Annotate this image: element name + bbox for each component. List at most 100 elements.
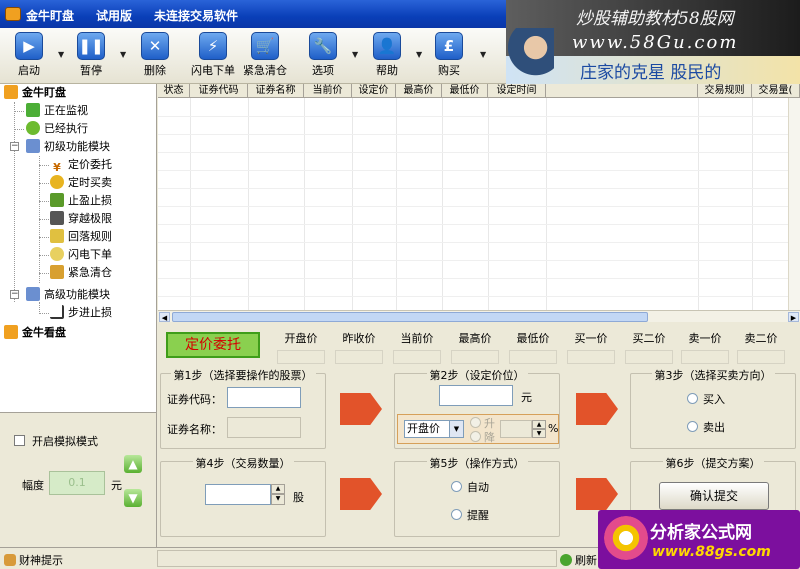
remind-radio[interactable] bbox=[451, 509, 462, 520]
quantity-down-icon[interactable]: ▼ bbox=[271, 494, 285, 505]
col-name[interactable]: 证券名称 bbox=[248, 84, 304, 98]
tree-item-pullback-rule[interactable]: 回落规则 bbox=[50, 228, 112, 245]
auto-label: 自动 bbox=[467, 481, 489, 494]
grid-vertical-scrollbar[interactable] bbox=[788, 98, 800, 310]
help-dropdown-icon[interactable]: ▼ bbox=[416, 50, 422, 59]
stop-icon bbox=[50, 193, 64, 207]
tree-item-fixed-price[interactable]: ¥ 定价委托 bbox=[50, 156, 112, 175]
options-button[interactable]: 🔧 选项 bbox=[300, 32, 346, 80]
price-bid2: 买二价 bbox=[624, 330, 674, 364]
col-status[interactable]: 状态 bbox=[158, 84, 190, 98]
tree-root-monitor[interactable]: 金牛盯盘 bbox=[4, 84, 66, 101]
sim-mode-checkbox[interactable] bbox=[14, 435, 25, 446]
price-bid1-value bbox=[567, 350, 615, 364]
tree-item-flash-order[interactable]: 闪电下单 bbox=[50, 246, 112, 263]
price-strip: 定价委托 开盘价 昨收价 当前价 最高价 最低价 买一价 买二价 卖一价 卖二价 bbox=[158, 324, 800, 366]
watermark-title: 炒股辅助教材58股网 bbox=[576, 9, 734, 29]
tree-module-basic[interactable]: 初级功能模块 bbox=[26, 138, 110, 155]
app-name: 金牛盯盘 bbox=[26, 9, 75, 23]
tree-item-timed-trade[interactable]: 定时买卖 bbox=[50, 174, 112, 191]
pause-button[interactable]: ❚❚ 暂停 bbox=[68, 32, 114, 80]
step2-title: 第2步（设定价位） bbox=[426, 369, 528, 382]
tree-item-emergency-clear[interactable]: 紧急清仓 bbox=[50, 264, 112, 281]
col-current[interactable]: 当前价 bbox=[304, 84, 352, 98]
step3-title: 第3步（选择买卖方向） bbox=[651, 369, 775, 382]
scroll-right-icon[interactable]: ▶ bbox=[788, 312, 799, 322]
simulation-panel: 开启模拟模式 幅度 0.1 元 ▲ ▼ bbox=[0, 412, 157, 547]
coin-icon bbox=[50, 247, 64, 261]
step5-group: 第5步（操作方式） 自动 提醒 bbox=[394, 457, 560, 537]
scroll-thumb[interactable] bbox=[172, 312, 648, 322]
sim-mode-label: 开启模拟模式 bbox=[32, 435, 98, 448]
stock-code-input[interactable] bbox=[227, 387, 301, 408]
ad-banner[interactable]: 炒股辅助教材58股网 www.58Gu.com 庄家的克星 股民的 bbox=[506, 0, 800, 84]
col-volume[interactable]: 交易量( bbox=[752, 84, 800, 98]
lightning-icon: ⚡ bbox=[199, 32, 227, 60]
percent-input[interactable] bbox=[500, 420, 532, 438]
amplitude-input[interactable]: 0.1 bbox=[49, 471, 105, 495]
options-dropdown-icon[interactable]: ▼ bbox=[352, 50, 358, 59]
step5-title: 第5步（操作方式） bbox=[426, 457, 528, 470]
col-set-time[interactable]: 设定时间 bbox=[488, 84, 546, 98]
pause-label: 暂停 bbox=[80, 64, 102, 77]
tree-item-step-stop[interactable]: 步进止损 bbox=[50, 304, 112, 321]
cart-icon: 🛒 bbox=[251, 32, 279, 60]
emergency-clear-button[interactable]: 🛒 紧急清仓 bbox=[242, 32, 288, 80]
col-set-price[interactable]: 设定价 bbox=[352, 84, 396, 98]
col-low[interactable]: 最低价 bbox=[442, 84, 488, 98]
grid-horizontal-scrollbar[interactable]: ◀ ▶ bbox=[158, 310, 800, 322]
pause-dropdown-icon[interactable]: ▼ bbox=[120, 50, 126, 59]
delete-button[interactable]: ✕ 删除 bbox=[132, 32, 178, 80]
tree-item-executed[interactable]: 已经执行 bbox=[26, 120, 88, 137]
rise-radio[interactable] bbox=[470, 417, 481, 428]
scroll-left-icon[interactable]: ◀ bbox=[159, 312, 170, 322]
fall-radio[interactable] bbox=[470, 431, 481, 442]
set-price-input[interactable] bbox=[439, 385, 513, 406]
price-bid1: 买一价 bbox=[566, 330, 616, 364]
col-high[interactable]: 最高价 bbox=[396, 84, 442, 98]
percent-down-icon[interactable]: ▼ bbox=[532, 429, 546, 438]
step2-group: 第2步（设定价位） 元 开盘价 ▼ 升 降 ▲ ▼ % bbox=[394, 369, 560, 449]
quantity-input[interactable] bbox=[205, 484, 271, 505]
tree-module-advanced[interactable]: 高级功能模块 bbox=[26, 286, 110, 303]
step4-title: 第4步（交易数量） bbox=[192, 457, 294, 470]
price-ask1: 卖一价 bbox=[680, 330, 730, 364]
next-step-arrow-icon bbox=[576, 478, 618, 510]
col-blank[interactable] bbox=[546, 84, 698, 98]
alarm-clock-icon bbox=[50, 175, 64, 189]
col-rule[interactable]: 交易规则 bbox=[698, 84, 752, 98]
tree-root-watch[interactable]: 金牛看盘 bbox=[4, 324, 66, 341]
price-low: 最低价 bbox=[508, 330, 558, 364]
check-icon bbox=[26, 121, 40, 135]
tree-item-stop-profit-loss-label: 止盈止损 bbox=[68, 194, 112, 207]
help-button[interactable]: 👤 帮助 bbox=[364, 32, 410, 80]
quantity-up-icon[interactable]: ▲ bbox=[271, 484, 285, 494]
buy-radio[interactable] bbox=[687, 393, 698, 404]
select-arrow-icon[interactable]: ▼ bbox=[449, 421, 463, 437]
tree-item-stop-profit-loss[interactable]: 止盈止损 bbox=[50, 192, 112, 209]
confirm-submit-button[interactable]: 确认提交 bbox=[659, 482, 769, 510]
module-icon bbox=[26, 287, 40, 301]
buy-dropdown-icon[interactable]: ▼ bbox=[480, 50, 486, 59]
start-button[interactable]: ▶ 启动 bbox=[6, 32, 52, 80]
collapse-basic-icon[interactable]: − bbox=[10, 142, 19, 151]
buy-button[interactable]: £ 购买 bbox=[426, 32, 472, 80]
auto-radio[interactable] bbox=[451, 481, 462, 492]
start-label: 启动 bbox=[18, 64, 40, 77]
tree-item-cross-limit[interactable]: 穿越极限 bbox=[50, 210, 112, 227]
set-price-unit: 元 bbox=[521, 391, 532, 404]
base-price-select[interactable]: 开盘价 ▼ bbox=[404, 420, 464, 438]
tree-item-monitoring[interactable]: 正在监视 bbox=[26, 102, 88, 119]
col-code[interactable]: 证券代码 bbox=[190, 84, 248, 98]
step-icon bbox=[50, 305, 64, 319]
increase-arrow-icon[interactable]: ▲ bbox=[124, 455, 142, 473]
flash-order-button[interactable]: ⚡ 闪电下单 bbox=[190, 32, 236, 80]
sell-radio[interactable] bbox=[687, 421, 698, 432]
step1-title: 第1步（选择要操作的股票） bbox=[170, 369, 316, 382]
percent-up-icon[interactable]: ▲ bbox=[532, 420, 546, 429]
collapse-advanced-icon[interactable]: − bbox=[10, 290, 19, 299]
refresh-status[interactable]: 刷新 bbox=[560, 552, 597, 568]
pause-icon: ❚❚ bbox=[77, 32, 105, 60]
start-dropdown-icon[interactable]: ▼ bbox=[58, 50, 64, 59]
decrease-arrow-icon[interactable]: ▼ bbox=[124, 489, 142, 507]
